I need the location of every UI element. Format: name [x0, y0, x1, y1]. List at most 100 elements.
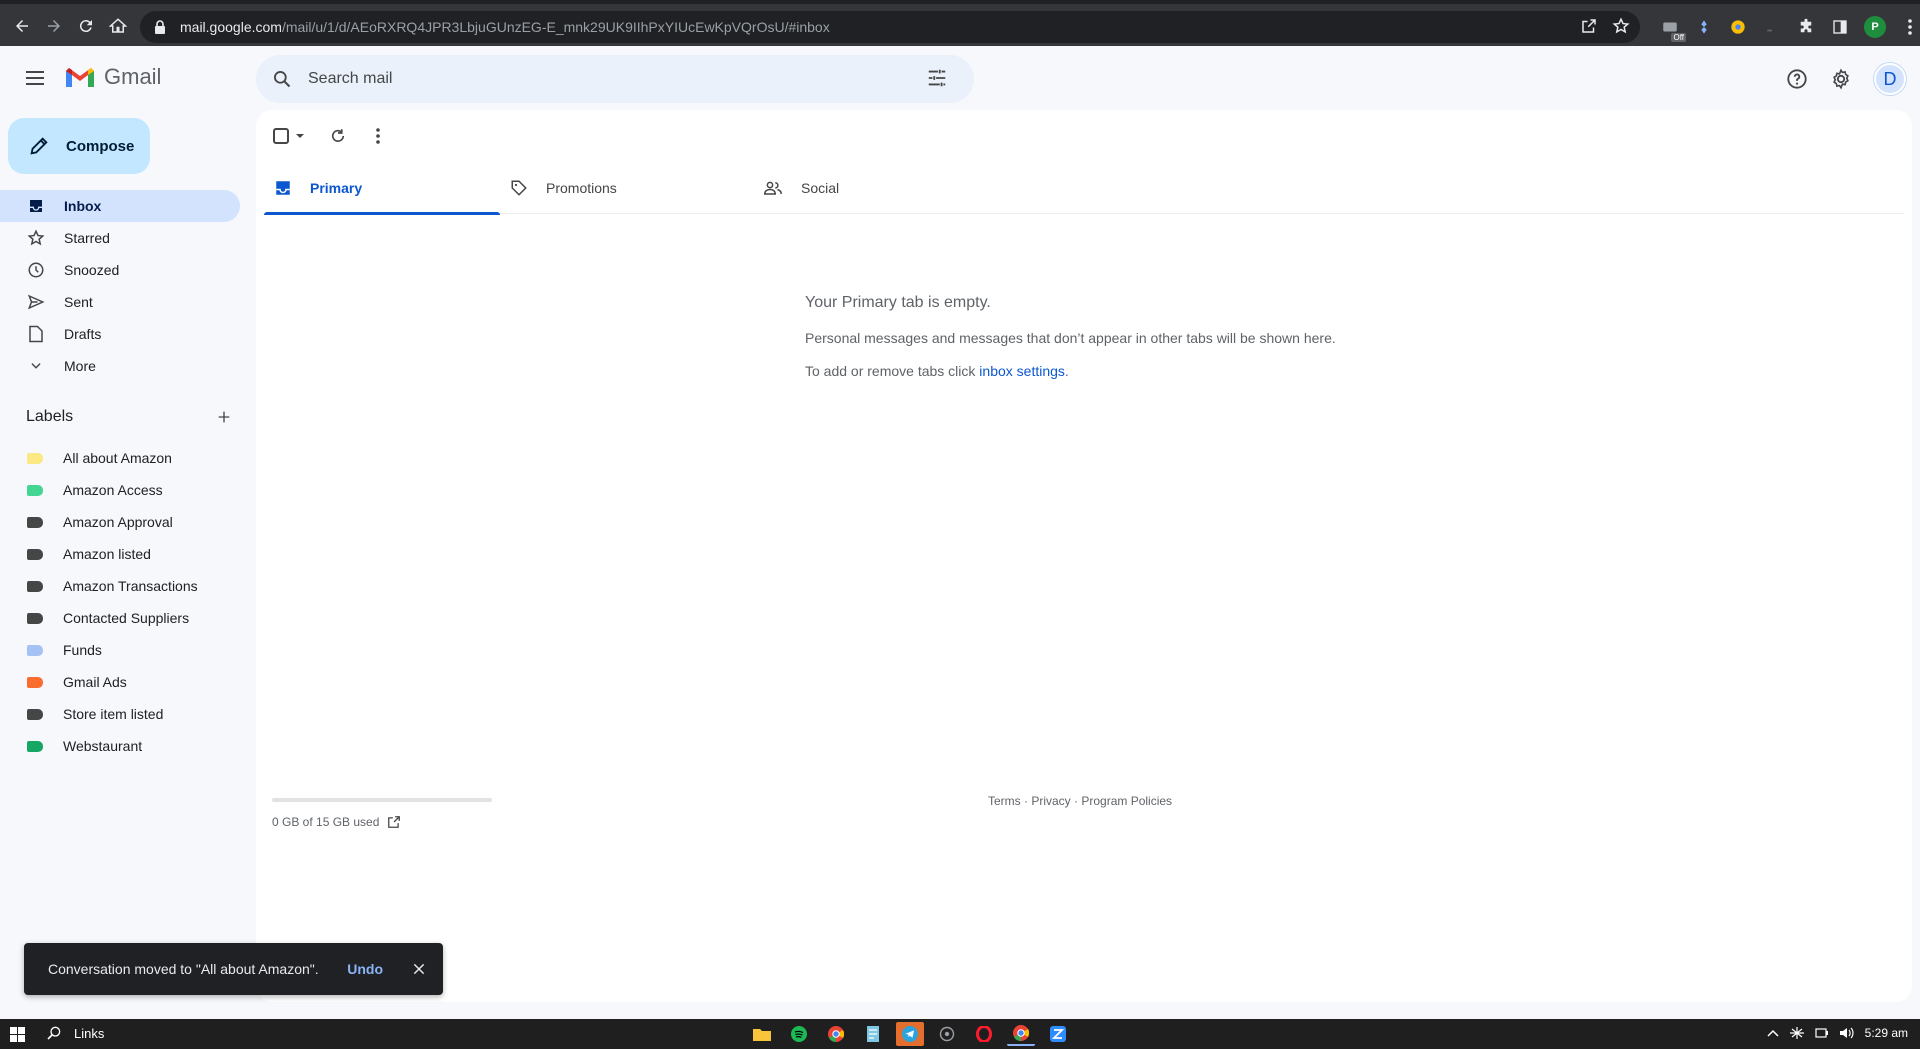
opera-icon[interactable] — [970, 1022, 998, 1046]
tab-social[interactable]: Social — [753, 162, 989, 214]
tab-promotions[interactable]: Promotions — [500, 162, 753, 214]
sidebar-item-snoozed[interactable]: Snoozed — [0, 254, 240, 286]
mailbox-nav: Inbox Starred Snoozed Sent Drafts More — [0, 190, 240, 382]
main-menu-button[interactable] — [23, 66, 49, 92]
more-options-icon[interactable] — [366, 124, 390, 148]
volume-icon[interactable] — [1839, 1026, 1855, 1040]
hint-text: To add or remove tabs click — [805, 363, 980, 379]
gmail-logo[interactable]: Gmail — [64, 64, 161, 90]
app-name: Gmail — [104, 64, 162, 89]
sidebar-item-more[interactable]: More — [0, 350, 240, 382]
search-icon — [46, 1025, 62, 1041]
close-icon[interactable] — [407, 957, 431, 981]
select-all-checkbox[interactable] — [270, 124, 310, 148]
labels-title: Labels — [26, 408, 74, 425]
share-icon[interactable] — [1580, 17, 1598, 35]
sidebar-item-inbox[interactable]: Inbox — [0, 190, 240, 222]
tab-label: Social — [801, 180, 840, 196]
search-options-icon[interactable] — [926, 67, 950, 91]
reload-button[interactable] — [74, 14, 98, 38]
chrome-active-icon[interactable] — [1007, 1022, 1035, 1046]
program-policies-link[interactable]: Program Policies — [1081, 794, 1172, 808]
clock-time[interactable]: 5:29 am — [1865, 1026, 1908, 1040]
spotify-icon[interactable] — [785, 1022, 813, 1046]
extension-puzzle-blue-icon[interactable] — [1694, 17, 1714, 37]
forward-button[interactable] — [42, 14, 66, 38]
app-gear-icon[interactable] — [933, 1022, 961, 1046]
account-avatar[interactable]: D — [1874, 63, 1906, 95]
terms-link[interactable]: Terms — [988, 794, 1021, 808]
search-icon[interactable] — [270, 67, 294, 91]
pencil-icon — [28, 135, 50, 157]
zoom-icon[interactable] — [1044, 1022, 1072, 1046]
search-input[interactable]: Search mail — [308, 70, 926, 88]
label-item[interactable]: Store item listed — [0, 698, 240, 730]
settings-gear-icon[interactable] — [1827, 65, 1855, 93]
compose-label: Compose — [66, 137, 135, 155]
taskbar-search[interactable]: Links — [46, 1025, 104, 1041]
network-icon[interactable] — [1789, 1026, 1805, 1040]
clock-icon — [27, 261, 45, 279]
extension-cookie-icon[interactable]: Off — [1660, 17, 1686, 42]
label-item[interactable]: Funds — [0, 634, 240, 666]
tab-primary[interactable]: Primary — [264, 162, 500, 215]
side-panel-icon[interactable] — [1830, 17, 1850, 37]
compose-button[interactable]: Compose — [8, 118, 150, 174]
bookmark-star-icon[interactable] — [1612, 17, 1630, 35]
extension-minimized-icon[interactable] — [1762, 17, 1782, 37]
sidebar-item-label: More — [64, 358, 96, 374]
label-item[interactable]: Amazon listed — [0, 538, 240, 570]
label-tag-icon — [27, 676, 43, 688]
battery-icon[interactable] — [1815, 1026, 1829, 1040]
people-icon — [763, 179, 783, 197]
send-icon — [27, 293, 45, 311]
search-bar[interactable]: Search mail — [256, 55, 974, 103]
label-name: Gmail Ads — [63, 674, 127, 690]
main-panel: Primary Promotions Social Your Primary t… — [256, 110, 1912, 1002]
privacy-link[interactable]: Privacy — [1031, 794, 1070, 808]
undo-button[interactable]: Undo — [347, 961, 383, 977]
create-label-plus-icon[interactable] — [216, 409, 232, 425]
sidebar-item-starred[interactable]: Starred — [0, 222, 240, 254]
browser-menu-icon[interactable] — [1900, 17, 1920, 37]
chrome-icon[interactable] — [822, 1022, 850, 1046]
label-tag-icon — [27, 644, 43, 656]
browser-profile-avatar[interactable]: P — [1864, 16, 1886, 38]
empty-description: Personal messages and messages that don’… — [805, 330, 1336, 346]
label-item[interactable]: Amazon Approval — [0, 506, 240, 538]
label-item[interactable]: Gmail Ads — [0, 666, 240, 698]
label-item[interactable]: Amazon Access — [0, 474, 240, 506]
url-text: mail.google.com/mail/u/1/d/AEoRXRQ4JPR3L… — [180, 19, 830, 35]
sidebar-item-label: Sent — [64, 294, 93, 310]
extensions-puzzle-icon[interactable] — [1796, 17, 1816, 37]
home-button[interactable] — [106, 14, 130, 38]
label-tag-icon — [27, 740, 43, 752]
empty-state: Your Primary tab is empty. Personal mess… — [805, 294, 1336, 379]
inbox-settings-link[interactable]: inbox settings — [979, 363, 1065, 379]
help-icon[interactable] — [1783, 65, 1811, 93]
open-external-icon[interactable] — [387, 815, 401, 829]
file-explorer-icon[interactable] — [748, 1022, 776, 1046]
notes-app-icon[interactable] — [859, 1022, 887, 1046]
label-item[interactable]: Amazon Transactions — [0, 570, 240, 602]
sidebar-item-sent[interactable]: Sent — [0, 286, 240, 318]
label-tag-icon — [27, 708, 43, 720]
chevron-up-icon[interactable] — [1767, 1028, 1779, 1038]
extension-chrome-icon[interactable] — [1728, 17, 1748, 37]
label-name: All about Amazon — [63, 450, 172, 466]
label-name: Funds — [63, 642, 102, 658]
telegram-icon[interactable] — [896, 1022, 924, 1046]
chevron-down-icon — [27, 357, 45, 375]
snackbar: Conversation moved to "All about Amazon"… — [24, 943, 443, 995]
label-name: Amazon Approval — [63, 514, 173, 530]
sidebar-item-drafts[interactable]: Drafts — [0, 318, 240, 350]
extension-off-badge: Off — [1671, 33, 1686, 42]
sidebar-item-label: Drafts — [64, 326, 102, 342]
address-bar[interactable]: mail.google.com/mail/u/1/d/AEoRXRQ4JPR3L… — [140, 11, 1640, 43]
refresh-icon[interactable] — [326, 124, 350, 148]
label-item[interactable]: Webstaurant — [0, 730, 240, 762]
back-button[interactable] — [10, 14, 34, 38]
label-item[interactable]: Contacted Suppliers — [0, 602, 240, 634]
windows-start-icon[interactable] — [10, 1027, 25, 1042]
label-item[interactable]: All about Amazon — [0, 442, 240, 474]
